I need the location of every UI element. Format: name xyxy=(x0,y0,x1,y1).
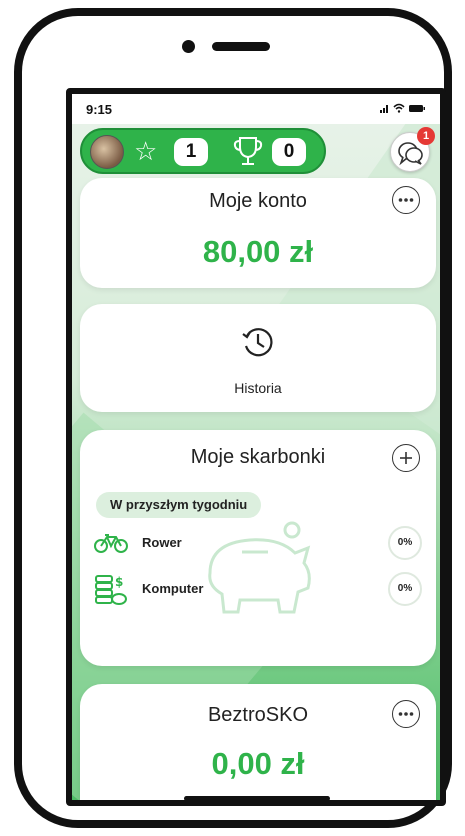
avatar[interactable] xyxy=(90,135,124,169)
savings-title: BeztroSKO xyxy=(207,704,309,726)
home-indicator[interactable] xyxy=(184,796,330,800)
camera-dot xyxy=(182,40,195,53)
coins-icon: $ xyxy=(95,575,127,605)
plus-icon xyxy=(400,452,412,464)
app-screen: 9:15 ☆ 1 0 1 Moje konto 80,00 zł Histori… xyxy=(66,88,446,806)
star-icon: ☆ xyxy=(134,136,158,166)
more-dots-icon xyxy=(398,712,414,716)
phone-frame: 9:15 ☆ 1 0 1 Moje konto 80,00 zł Histori… xyxy=(14,8,452,828)
status-bar: 9:15 xyxy=(72,94,440,124)
next-week-chip: W przyszłym tygodniu xyxy=(96,492,262,518)
history-card[interactable]: Historia xyxy=(80,304,436,412)
goal-row-komputer[interactable]: $ Komputer 0% xyxy=(94,572,422,608)
signal-wifi-battery-icons xyxy=(380,102,426,117)
trophy-icon xyxy=(233,137,263,165)
piggy-banks-card[interactable]: Moje skarbonki W przyszłym tygodniu Rowe… xyxy=(80,430,436,666)
savings-amount: 0,00 zł xyxy=(211,746,305,781)
goal-name: Rower xyxy=(142,535,182,550)
savings-card[interactable]: BeztroSKO 0,00 zł xyxy=(80,684,436,800)
history-clock-icon xyxy=(242,328,273,357)
account-more-button[interactable] xyxy=(392,186,420,214)
goal-progress: 0% xyxy=(388,526,422,560)
trophies-count: 0 xyxy=(272,138,306,166)
history-label: Historia xyxy=(234,380,282,396)
notification-badge: 1 xyxy=(417,127,435,145)
speaker-grille xyxy=(212,42,270,51)
status-time: 9:15 xyxy=(86,102,113,117)
account-title: Moje konto xyxy=(209,190,307,212)
chat-button[interactable]: 1 xyxy=(390,127,435,172)
goal-row-rower[interactable]: Rower 0% xyxy=(94,526,422,562)
goal-name: Komputer xyxy=(142,581,204,596)
more-dots-icon xyxy=(398,198,414,202)
bicycle-icon xyxy=(94,534,128,553)
savings-more-button[interactable] xyxy=(392,700,420,728)
piggy-banks-title: Moje skarbonki xyxy=(190,446,326,468)
account-card[interactable]: Moje konto 80,00 zł xyxy=(80,178,436,288)
add-piggy-bank-button[interactable] xyxy=(392,444,420,472)
goal-progress: 0% xyxy=(388,572,422,606)
rewards-bar[interactable]: ☆ 1 0 xyxy=(80,128,326,174)
stars-count: 1 xyxy=(174,138,208,166)
svg-text:$: $ xyxy=(115,575,123,589)
account-amount: 80,00 zł xyxy=(202,234,314,269)
